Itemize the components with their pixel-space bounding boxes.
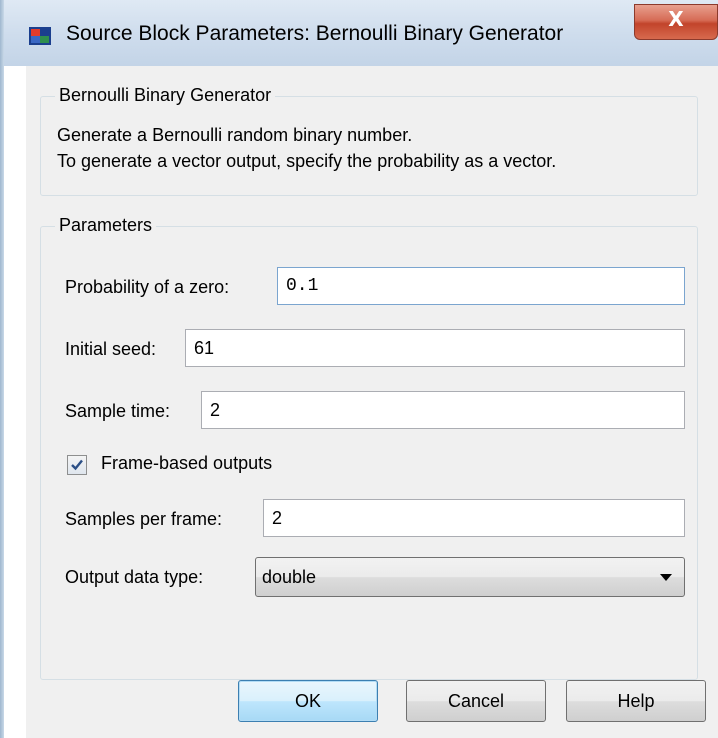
close-icon: X — [668, 7, 684, 31]
dialog-client-area: Bernoulli Binary Generator Generate a Be… — [26, 66, 718, 738]
cancel-button[interactable]: Cancel — [406, 680, 546, 722]
dialog-window: Source Block Parameters: Bernoulli Binar… — [0, 0, 718, 738]
sample-time-input[interactable]: 2 — [201, 391, 685, 429]
samples-per-frame-input[interactable]: 2 — [263, 499, 685, 537]
sample-time-label: Sample time: — [65, 401, 171, 421]
close-button[interactable]: X — [634, 4, 718, 40]
parameters-legend: Parameters — [55, 215, 157, 236]
title-bar[interactable]: Source Block Parameters: Bernoulli Binar… — [4, 0, 718, 66]
output-data-type-value: double — [262, 567, 317, 587]
description-line-2: To generate a vector output, specify the… — [57, 151, 557, 171]
chevron-down-icon — [660, 574, 672, 581]
description-legend: Bernoulli Binary Generator — [55, 85, 276, 106]
description-line-1: Generate a Bernoulli random binary numbe… — [57, 125, 413, 145]
probability-zero-label: Probability of a zero: — [65, 277, 230, 297]
initial-seed-label: Initial seed: — [65, 339, 157, 359]
initial-seed-input[interactable]: 61 — [185, 329, 685, 367]
ok-button[interactable]: OK — [238, 680, 378, 722]
simulink-icon — [28, 24, 52, 48]
frame-based-checkbox[interactable] — [67, 455, 87, 475]
samples-per-frame-label: Samples per frame: — [65, 509, 223, 529]
checkmark-icon — [71, 459, 83, 471]
output-data-type-label: Output data type: — [65, 567, 204, 587]
parameters-group: Parameters Probability of a zero: 0.1 In… — [40, 215, 698, 680]
window-left-border — [0, 0, 4, 738]
window-title: Source Block Parameters: Bernoulli Binar… — [66, 22, 564, 45]
description-group: Bernoulli Binary Generator Generate a Be… — [40, 85, 698, 196]
probability-zero-input[interactable]: 0.1 — [277, 267, 685, 305]
output-data-type-select[interactable]: double — [255, 557, 685, 597]
help-button[interactable]: Help — [566, 680, 706, 722]
frame-based-label[interactable]: Frame-based outputs — [101, 453, 272, 474]
